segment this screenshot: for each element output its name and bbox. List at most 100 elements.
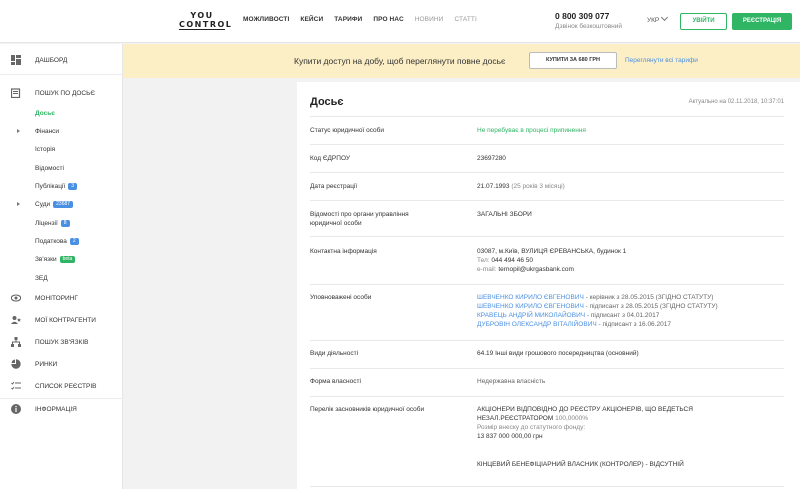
phone-label: Тел: (477, 257, 490, 264)
count-badge: 23687 (53, 201, 74, 208)
authorized-person: КРАВЕЦЬ АНДРІЙ МИКОЛАЙОВИЧ - підписант з… (477, 311, 718, 320)
sidebar-divider (0, 398, 123, 399)
register-button[interactable]: РЕЄСТРАЦІЯ (732, 13, 792, 30)
count-badge: 8 (60, 220, 70, 227)
row-divider (310, 236, 784, 237)
date-text: 21.07.1993 (477, 183, 510, 190)
banner-text: Купити доступ на добу, щоб переглянути п… (294, 56, 506, 66)
contact-email: e-mail: ternopil@ukrgasbank.com (477, 265, 626, 274)
eye-icon (11, 294, 21, 302)
sidebar-item-registries[interactable]: СПИСОК РЕЄСТРІВ (0, 378, 123, 394)
sidebar-item-markets[interactable]: РИНКИ (0, 356, 123, 372)
updated-timestamp: Актуально на 02.11.2018, 10:37:01 (688, 99, 784, 105)
sidebar-item-label: СПИСОК РЕЄСТРІВ (35, 382, 97, 390)
person-link[interactable]: ДУБРОВІН ОЛЕКСАНДР ВІТАЛІЙОВИЧ (477, 321, 597, 328)
view-tariffs-link[interactable]: Переглянути всі тарифи (625, 57, 698, 64)
capital-value: 13 837 000 000,00 грн (477, 433, 543, 440)
nav-pricing[interactable]: ТАРИФИ (334, 16, 362, 23)
sidebar-divider (0, 74, 123, 75)
authorized-list: ШЕВЧЕНКО КИРИЛО ЄВГЕНОВИЧ - керівник з 2… (477, 293, 718, 329)
sidebar-sub-history[interactable]: Історія (35, 146, 55, 153)
row-divider (310, 116, 784, 117)
activity-label: Види діяльності (310, 350, 359, 357)
code-label: Код ЄДРПОУ (310, 155, 350, 162)
person-link[interactable]: ШЕВЧЕНКО КИРИЛО ЄВГЕНОВИЧ (477, 294, 584, 301)
chevron-down-icon (661, 13, 669, 22)
person-role: - підписант з 16.06.2017 (596, 321, 671, 328)
sidebar-sub-label: Податкова (35, 238, 67, 245)
row-divider (310, 144, 784, 145)
dashboard-icon (11, 55, 21, 65)
founders-percent: 100,0000% (555, 415, 588, 422)
sidebar-sub-info[interactable]: Відомості (35, 165, 64, 172)
email-value[interactable]: ternopil@ukrgasbank.com (498, 266, 574, 273)
logo-bottom: CONTROL (179, 20, 233, 30)
phone-value: 044 494 46 50 (491, 257, 533, 264)
sidebar-item-label: ДАШБОРД (35, 56, 68, 64)
sidebar-sub-publications[interactable]: Публікації 3 (35, 183, 78, 190)
sidebar-sub-tax[interactable]: Податкова 2 (35, 238, 79, 245)
info-icon (11, 404, 21, 414)
sidebar-sub-label: Ліцензії (35, 220, 58, 227)
sidebar-sub-zed[interactable]: ЗЕД (35, 275, 48, 282)
main-nav: МОЖЛИВОСТІ КЕЙСИ ТАРИФИ ПРО НАС НОВИНИ С… (243, 16, 488, 23)
founders-line: НЕЗАЛ.РЕЄСТРАТОРОМ 100,0000% (477, 414, 693, 423)
contact-label: Контактна інформація (310, 248, 377, 255)
buy-button[interactable]: КУПИТИ ЗА 680 ГРН (529, 52, 617, 69)
user-star-icon (11, 316, 21, 324)
sidebar-sub-label: Зв'язки (35, 256, 57, 263)
count-badge: 2 (69, 238, 79, 245)
governance-label-line: Відомості про органи управління (310, 211, 409, 218)
sidebar-item-monitoring[interactable]: МОНІТОРИНГ (0, 290, 123, 306)
checklist-icon (11, 381, 21, 390)
row-divider (310, 340, 784, 341)
sidebar-sub-dossier[interactable]: Досьє (35, 110, 55, 117)
sidebar: ДАШБОРД ПОШУК ПО ДОСЬЄ Досьє Фінанси Іст… (0, 44, 123, 489)
login-button[interactable]: УВІЙТИ (680, 13, 727, 30)
dossier-card: Досьє Актуально на 02.11.2018, 10:37:01 … (297, 82, 800, 489)
row-divider (310, 200, 784, 201)
expand-arrow-icon[interactable] (17, 129, 20, 133)
person-link[interactable]: ШЕВЧЕНКО КИРИЛО ЄВГЕНОВИЧ (477, 303, 584, 310)
sidebar-item-search-links[interactable]: ПОШУК ЗВ'ЯЗКІВ (0, 334, 123, 350)
sidebar-sub-licenses[interactable]: Ліцензії 8 (35, 220, 70, 227)
sidebar-item-search[interactable]: ПОШУК ПО ДОСЬЄ (0, 85, 123, 101)
date-label: Дата реєстрації (310, 183, 358, 190)
language-label: УКР (647, 17, 660, 24)
founders-label: Перелік засновників юридичної особи (310, 406, 425, 413)
nav-articles[interactable]: СТАТТІ (454, 16, 476, 23)
card-title: Досьє (310, 96, 344, 108)
person-link[interactable]: КРАВЕЦЬ АНДРІЙ МИКОЛАЙОВИЧ (477, 312, 585, 319)
row-divider (310, 486, 784, 487)
sidebar-sub-finance[interactable]: Фінанси (35, 128, 59, 135)
language-selector[interactable]: УКР (647, 13, 669, 24)
sidebar-item-contractors[interactable]: МОЇ КОНТРАГЕНТИ (0, 312, 123, 328)
status-value: Не перебуває в процесі припинення (477, 127, 586, 134)
logo[interactable]: YOU CONTROL (179, 11, 233, 30)
nav-cases[interactable]: КЕЙСИ (300, 16, 323, 23)
phone-number[interactable]: 0 800 309 077 (555, 11, 609, 21)
top-header: YOU CONTROL МОЖЛИВОСТІ КЕЙСИ ТАРИФИ ПРО … (0, 0, 800, 43)
founders-registrar: НЕЗАЛ.РЕЄСТРАТОРОМ (477, 415, 554, 422)
sidebar-item-information[interactable]: ІНФОРМАЦІЯ (0, 401, 123, 417)
authorized-person: ДУБРОВІН ОЛЕКСАНДР ВІТАЛІЙОВИЧ - підписа… (477, 320, 718, 329)
founders-value: АКЦІОНЕРИ ВІДПОВІДНО ДО РЕЄСТРУ АКЦІОНЕР… (477, 405, 693, 441)
logo-top: YOU (190, 11, 214, 20)
nav-about[interactable]: ПРО НАС (373, 16, 403, 23)
nav-features[interactable]: МОЖЛИВОСТІ (243, 16, 289, 23)
expand-arrow-icon[interactable] (17, 202, 20, 206)
contact-address: 03087, м.Київ, ВУЛИЦЯ ЄРЕВАНСЬКА, будино… (477, 248, 627, 255)
governance-value: ЗАГАЛЬНІ ЗБОРИ (477, 211, 532, 218)
date-value: 21.07.1993 (25 років 3 місяці) (477, 182, 565, 191)
sidebar-item-label: ПОШУК ЗВ'ЯЗКІВ (35, 338, 89, 346)
governance-label: Відомості про органи управління юридичної… (310, 210, 460, 228)
sidebar-item-dashboard[interactable]: ДАШБОРД (0, 52, 123, 68)
ownership-value: Недержавна власність (477, 378, 546, 385)
sidebar-sub-links[interactable]: Зв'язки beta (35, 256, 76, 263)
code-value: 23697280 (477, 155, 506, 162)
row-divider (310, 396, 784, 397)
governance-label-line: юридичної особи (310, 220, 362, 227)
nav-news[interactable]: НОВИНИ (415, 16, 444, 23)
sidebar-item-label: МОЇ КОНТРАГЕНТИ (35, 316, 96, 324)
sidebar-sub-courts[interactable]: Суди 23687 (35, 201, 74, 208)
